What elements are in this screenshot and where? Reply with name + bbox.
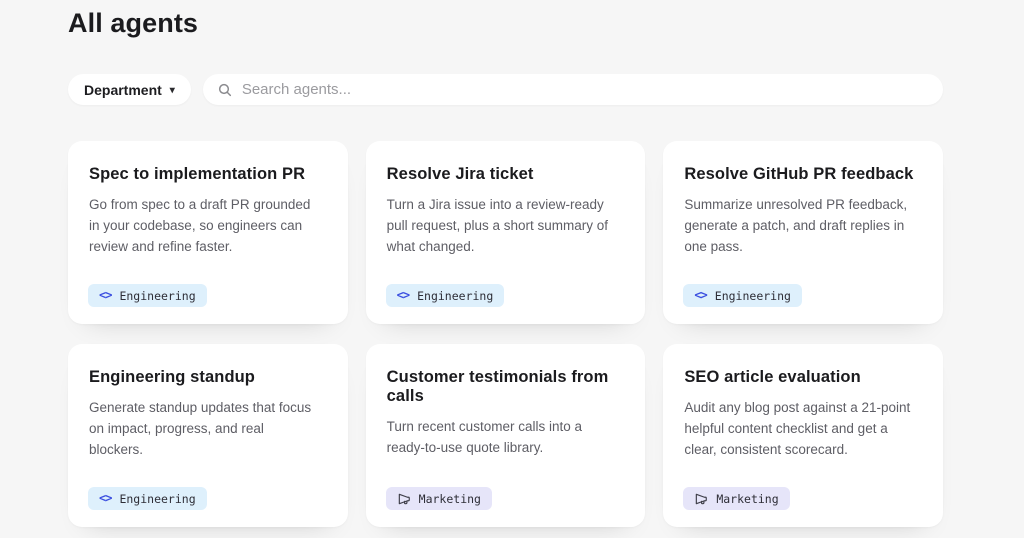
department-tag: <> Engineering [88, 284, 207, 307]
agents-grid: Spec to implementation PR Go from spec t… [68, 141, 943, 527]
department-tag-label: Engineering [714, 288, 791, 303]
search-icon [217, 82, 233, 98]
agent-card-title: Resolve GitHub PR feedback [684, 165, 914, 183]
agent-card[interactable]: Spec to implementation PR Go from spec t… [68, 141, 348, 324]
agent-card[interactable]: Resolve Jira ticket Turn a Jira issue in… [365, 141, 646, 324]
department-tag: <> Engineering [385, 284, 505, 307]
agent-card-description: Go from spec to a draft PR grounded in y… [89, 197, 311, 254]
agent-card-title: SEO article evaluation [684, 368, 861, 386]
department-tag-label: Marketing [716, 491, 779, 506]
agent-card-description: Audit any blog post against a 21-point h… [684, 400, 911, 457]
agent-card-title: Spec to implementation PR [89, 165, 306, 183]
agent-card-description: Generate standup updates that focus on i… [89, 400, 312, 457]
agent-card-title: Engineering standup [89, 368, 255, 386]
search-input[interactable] [241, 81, 929, 98]
department-tag-label: Engineering [119, 288, 196, 303]
department-tag: Marketing [385, 487, 492, 510]
code-icon: <> [99, 491, 112, 505]
agent-card-description: Turn recent customer calls into a ready-… [386, 419, 582, 455]
megaphone-icon [694, 492, 708, 506]
code-icon: <> [396, 288, 410, 302]
filter-row: Department ▾ [68, 74, 943, 105]
search-bar[interactable] [202, 74, 943, 105]
code-icon: <> [694, 288, 707, 302]
department-filter-button[interactable]: Department ▾ [68, 74, 191, 105]
department-filter-label: Department [84, 81, 162, 98]
agent-card[interactable]: Resolve GitHub PR feedback Summarize unr… [663, 141, 943, 324]
department-tag-label: Marketing [418, 491, 481, 506]
department-tag: <> Engineering [683, 284, 802, 307]
chevron-down-icon: ▾ [169, 84, 175, 96]
agent-card-title: Customer testimonials from calls [386, 368, 609, 405]
department-tag: <> Engineering [88, 487, 207, 510]
code-icon: <> [99, 288, 112, 302]
agent-card[interactable]: Customer testimonials from calls Turn re… [365, 344, 646, 527]
department-tag-label: Engineering [119, 491, 196, 506]
megaphone-icon [397, 492, 411, 506]
page-title: All agents [68, 8, 199, 38]
agent-card[interactable]: SEO article evaluation Audit any blog po… [663, 344, 943, 527]
department-tag: Marketing [683, 487, 790, 510]
all-agents-page: All agents Department ▾ Spec to implemen… [0, 0, 1024, 527]
agent-card[interactable]: Engineering standup Generate standup upd… [68, 344, 348, 527]
agent-card-title: Resolve Jira ticket [386, 165, 534, 183]
agent-card-description: Turn a Jira issue into a review-ready pu… [386, 197, 609, 254]
department-tag-label: Engineering [417, 288, 494, 303]
agent-card-description: Summarize unresolved PR feedback, genera… [684, 197, 908, 254]
